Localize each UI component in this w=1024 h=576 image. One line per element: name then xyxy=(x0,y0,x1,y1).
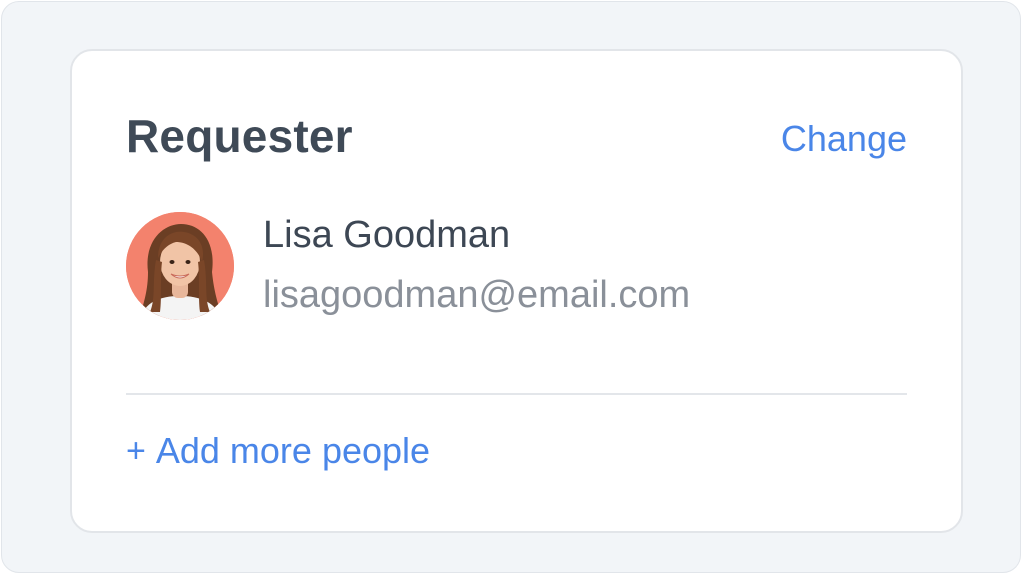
add-more-people-link[interactable]: + Add more people xyxy=(126,433,430,469)
card-title: Requester xyxy=(126,110,353,162)
page-background: Requester Change Lisa Goodman lisagoodma… xyxy=(1,1,1021,573)
requester-card: Requester Change Lisa Goodman lisagoodma… xyxy=(70,49,963,533)
plus-icon: + xyxy=(126,432,146,470)
divider xyxy=(126,393,907,395)
avatar-photo-icon xyxy=(126,212,234,320)
requester-name: Lisa Goodman xyxy=(263,214,511,256)
avatar xyxy=(126,212,234,320)
change-link[interactable]: Change xyxy=(781,121,907,157)
requester-email: lisagoodman@email.com xyxy=(263,274,691,316)
add-more-people-label: Add more people xyxy=(155,430,431,471)
